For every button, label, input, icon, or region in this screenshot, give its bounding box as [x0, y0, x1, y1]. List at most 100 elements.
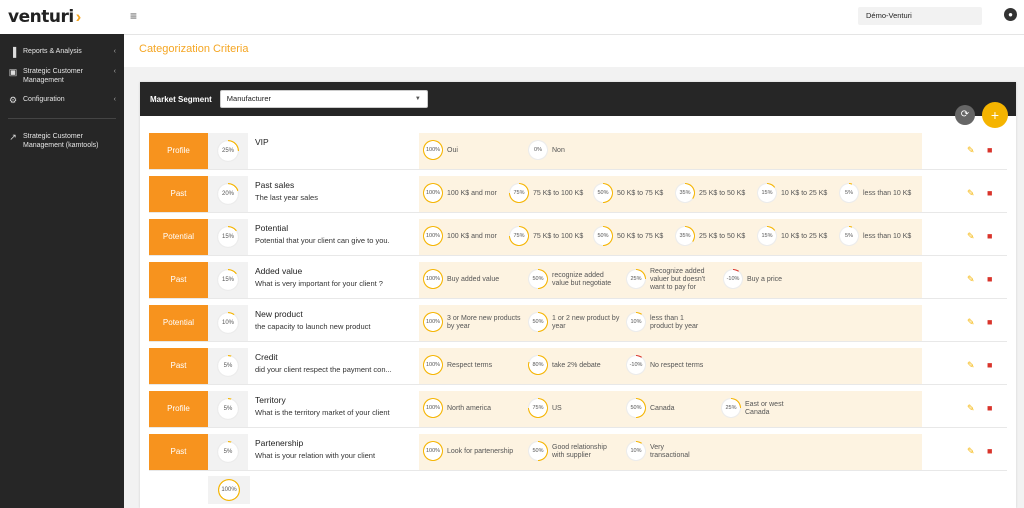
option-item: 50% 50 K$ to 75 K$ — [593, 176, 671, 212]
option-score-ring: -10% — [626, 355, 646, 375]
reset-button[interactable]: ⟳ — [955, 105, 975, 125]
option-label: recognize added value but negotiate — [552, 272, 612, 287]
criterion-options: 100% Respect terms 80% take 2% debate -10% No… — [419, 348, 922, 384]
edit-icon[interactable]: ✎ — [967, 403, 975, 414]
delete-icon[interactable]: ■ — [987, 360, 992, 370]
criterion-description: the capacity to launch new product — [255, 322, 371, 331]
criterion-type-tag: Past — [149, 348, 208, 384]
option-label: 100 K$ and mor — [447, 190, 497, 197]
option-item: 75% 75 K$ to 100 K$ — [509, 219, 589, 255]
option-label: 50 K$ to 75 K$ — [617, 190, 664, 197]
criterion-options: 100% Buy added value 50% recognize added va… — [419, 262, 922, 298]
delete-icon[interactable]: ■ — [987, 317, 992, 327]
criterion-name: Partenership — [255, 438, 304, 448]
topbar: ≡ Démo-Venturi ● — [124, 0, 1024, 35]
option-score-ring: 80% — [528, 355, 548, 375]
option-label: less than 10 K$ — [863, 233, 912, 240]
option-item: -10% No respect terms — [626, 348, 706, 384]
option-score-ring: 50% — [528, 312, 548, 332]
chevron-down-icon: ▼ — [414, 96, 421, 102]
option-item: 80% take 2% debate — [528, 348, 622, 384]
sidebar-item-reports[interactable]: ▐ Reports & Analysis ‹ — [0, 42, 124, 62]
criterion-description: The last year sales — [255, 193, 318, 202]
option-score-ring: 75% — [509, 183, 529, 203]
edit-icon[interactable]: ✎ — [967, 188, 975, 199]
option-item: 100% Buy added value — [423, 262, 524, 298]
criterion-weight-ring: 25% — [217, 140, 239, 162]
criterion-description: Potential that your client can give to y… — [255, 236, 390, 245]
edit-icon[interactable]: ✎ — [967, 145, 975, 156]
edit-icon[interactable]: ✎ — [967, 274, 975, 285]
sidebar-item-kamtools[interactable]: ↗ Strategic Customer Management (kamtool… — [0, 127, 124, 155]
delete-icon[interactable]: ■ — [987, 403, 992, 413]
criterion-weight-ring: 10% — [217, 312, 239, 334]
delete-icon[interactable]: ■ — [987, 188, 992, 198]
option-score-ring: 25% — [721, 398, 741, 418]
add-criterion-button[interactable]: + — [982, 102, 1008, 128]
criteria-panel: Market Segment Manufacturer ▼ ⟳ + Profil… — [140, 82, 1016, 508]
sidebar-nav: ▐ Reports & Analysis ‹ ▣ Strategic Custo… — [0, 34, 124, 155]
edit-icon[interactable]: ✎ — [967, 446, 975, 457]
option-score-ring: 100% — [423, 226, 443, 246]
option-item: 50% recognize added value but negotiate — [528, 262, 622, 298]
criterion-weight: 15% — [208, 262, 248, 298]
edit-icon[interactable]: ✎ — [967, 360, 975, 371]
option-score-ring: 50% — [528, 269, 548, 289]
option-label: 25 K$ to 50 K$ — [699, 190, 746, 197]
total-weight-ring: 100% — [218, 479, 240, 501]
chevron-left-icon: ‹ — [113, 68, 116, 75]
option-score-ring: 100% — [423, 441, 443, 461]
market-segment-select[interactable]: Manufacturer ▼ — [219, 90, 428, 108]
market-segment-value: Manufacturer — [226, 94, 271, 103]
delete-icon[interactable]: ■ — [987, 231, 992, 241]
option-item: 100% North america — [423, 391, 524, 427]
option-label: 100 K$ and mor — [447, 233, 497, 240]
option-item: 15% 10 K$ to 25 K$ — [757, 219, 835, 255]
criterion-row: Potential 15% Potential Potential that your… — [149, 219, 1007, 256]
option-item: 50% Canada — [626, 391, 717, 427]
criterion-options: 100% Oui 0% Non — [419, 133, 922, 169]
market-segment-label: Market Segment — [150, 94, 212, 104]
option-label: North america — [447, 405, 491, 412]
edit-icon[interactable]: ✎ — [967, 317, 975, 328]
criterion-weight-ring: 5% — [217, 441, 239, 463]
option-item: 5% less than 10 K$ — [839, 176, 919, 212]
logo[interactable]: venturi › — [0, 0, 124, 34]
menu-icon[interactable]: ≡ — [130, 10, 140, 22]
sidebar-item-strategic[interactable]: ▣ Strategic Customer Management ‹ — [0, 62, 124, 90]
criterion-weight: 5% — [208, 348, 248, 384]
criterion-weight-ring: 5% — [217, 355, 239, 377]
criterion-type-tag: Past — [149, 176, 208, 212]
page-title: Categorization Criteria — [139, 43, 249, 55]
criterion-type-tag: Past — [149, 262, 208, 298]
option-label: take 2% debate — [552, 362, 601, 369]
delete-icon[interactable]: ■ — [987, 446, 992, 456]
sidebar-item-configuration[interactable]: ⚙ Configuration ‹ — [0, 90, 124, 110]
delete-icon[interactable]: ■ — [987, 274, 992, 284]
company-selector[interactable]: Démo-Venturi — [858, 7, 982, 25]
option-label: Respect terms — [447, 362, 493, 369]
option-score-ring: 0% — [528, 140, 548, 160]
criterion-description: did your client respect the payment con.… — [255, 365, 392, 374]
option-item: -10% Buy a price — [723, 262, 803, 298]
option-item: 75% US — [528, 391, 622, 427]
criterion-type-tag: Potential — [149, 219, 208, 255]
criterion-name: Added value — [255, 266, 303, 276]
option-score-ring: 75% — [528, 398, 548, 418]
criterion-description: What is the territory market of your cli… — [255, 408, 390, 417]
edit-icon[interactable]: ✎ — [967, 231, 975, 242]
criterion-weight: 20% — [208, 176, 248, 212]
option-label: Canada — [650, 405, 675, 412]
criterion-weight-ring: 15% — [217, 269, 239, 291]
option-item: 100% Oui — [423, 133, 524, 169]
delete-icon[interactable]: ■ — [987, 145, 992, 155]
option-label: Very transactional — [650, 444, 690, 459]
criterion-options: 100% North america 75% US 50% Canada 25% East o… — [419, 391, 922, 427]
sidebar-divider — [8, 118, 116, 119]
criterion-name: Potential — [255, 223, 289, 233]
user-icon[interactable]: ● — [1004, 8, 1017, 21]
criterion-name: Territory — [255, 395, 286, 405]
option-score-ring: 10% — [626, 441, 646, 461]
option-label: Buy a price — [747, 276, 783, 283]
option-score-ring: 50% — [626, 398, 646, 418]
